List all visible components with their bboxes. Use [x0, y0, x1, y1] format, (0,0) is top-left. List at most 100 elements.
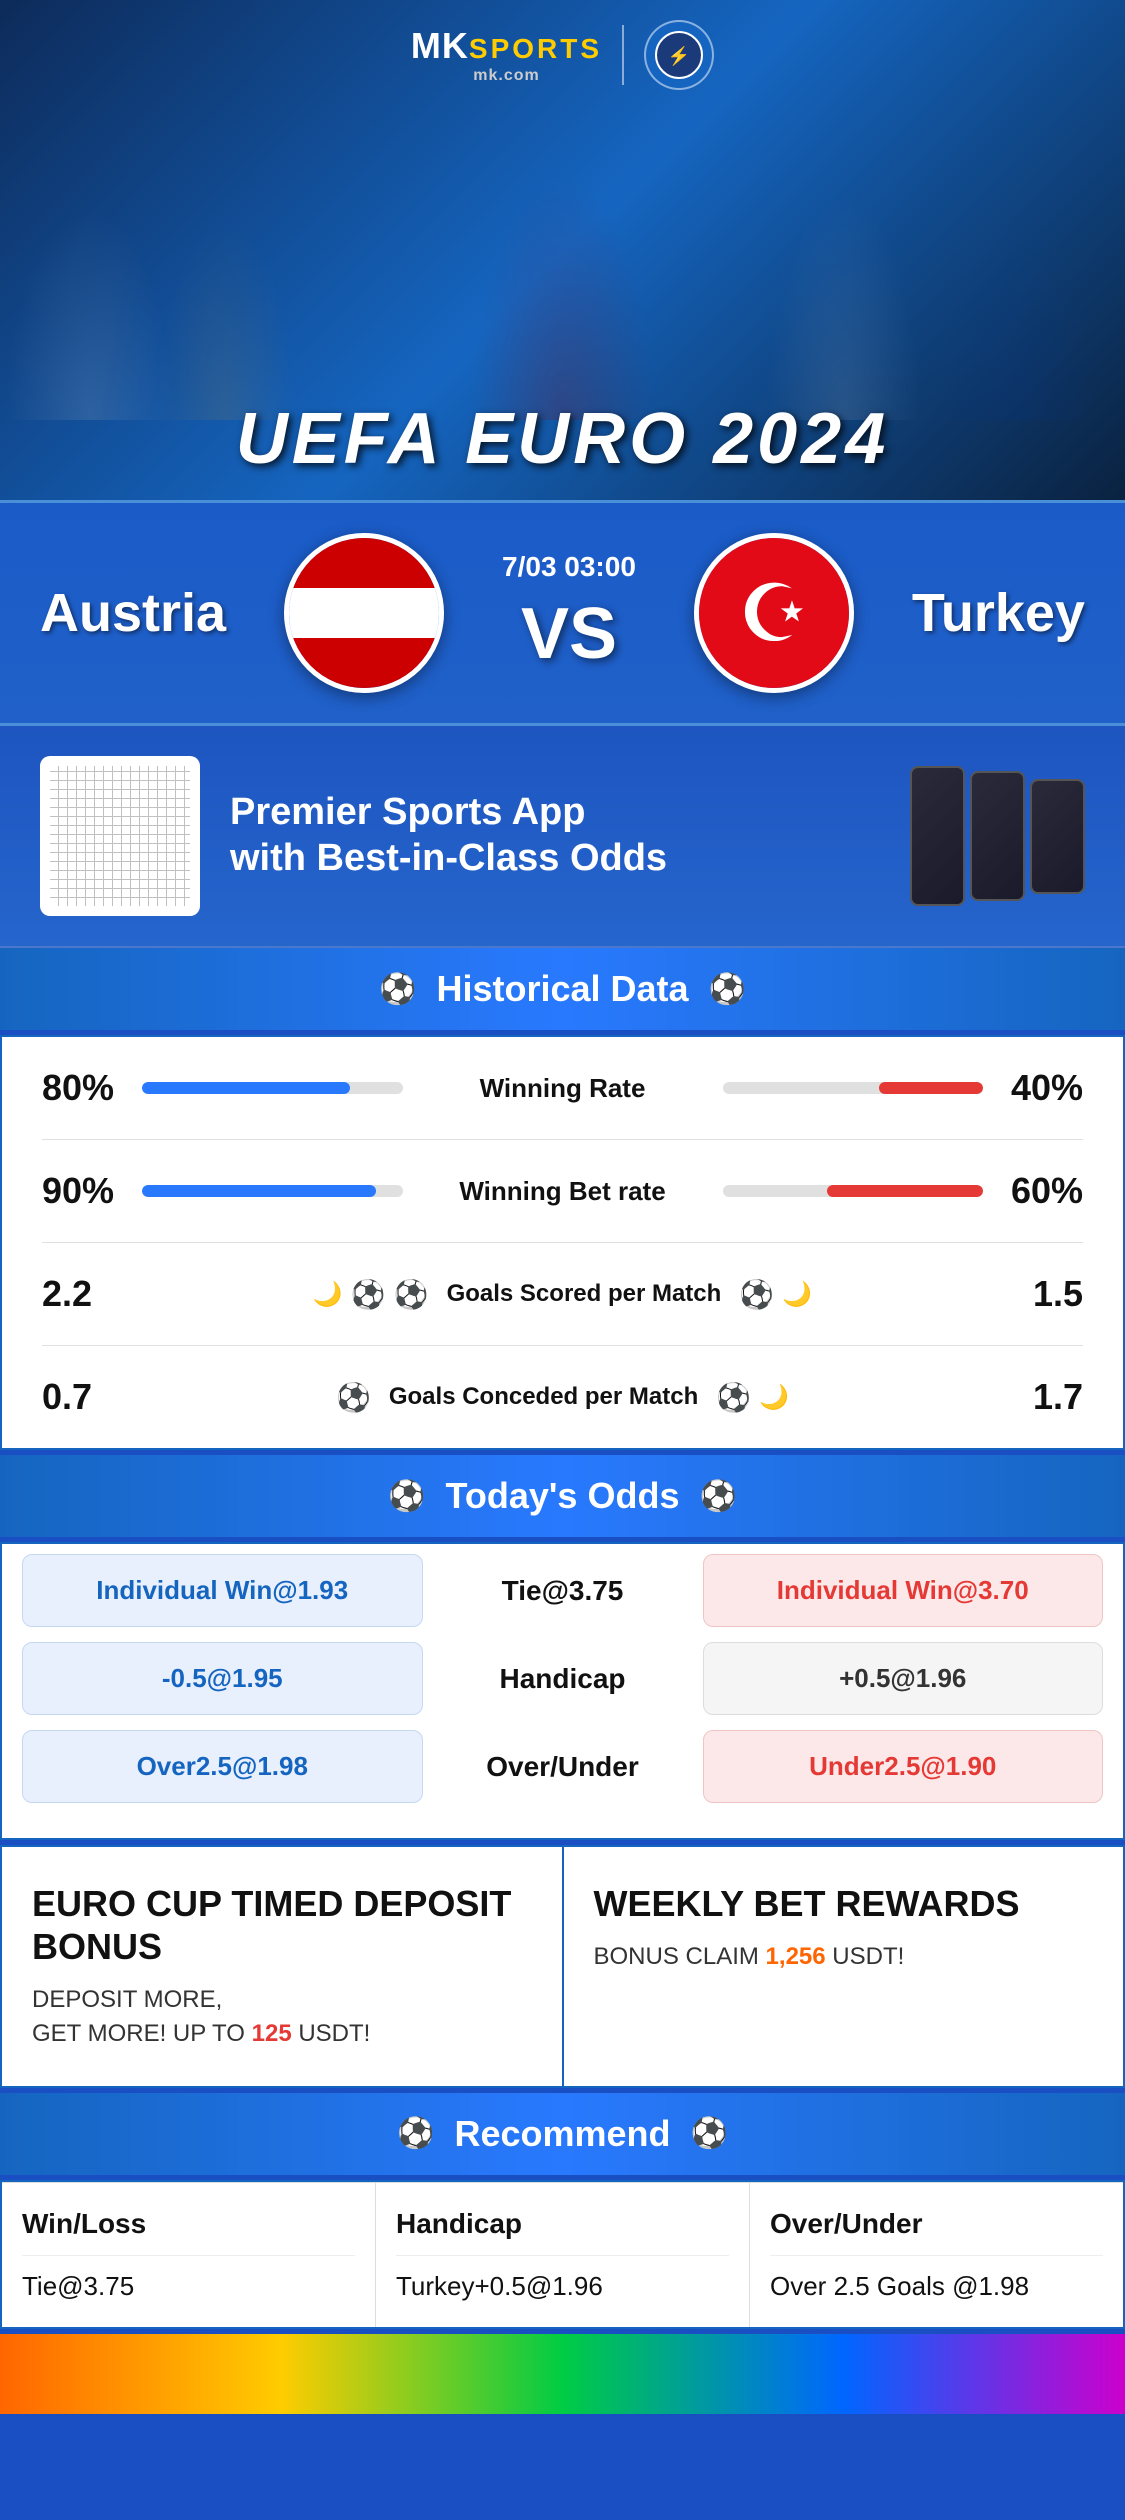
ball-icon-3: ⚽: [739, 1278, 774, 1311]
odds-handicap-left[interactable]: -0.5@1.95: [22, 1642, 423, 1715]
team-right-name: Turkey: [912, 582, 1085, 644]
half-ball-icon-right: 🌙: [782, 1280, 812, 1309]
odds-title: Today's Odds: [446, 1475, 680, 1517]
bonus-weekly-desc: BONUS CLAIM 1,256 USDT!: [594, 1940, 1094, 1974]
odds-section: Individual Win@1.93 Tie@3.75 Individual …: [0, 1542, 1125, 1840]
bonus-weekly-title: WEEKLY BET REWARDS: [594, 1882, 1094, 1925]
bonus-weekly-desc-text: BONUS CLAIM: [594, 1943, 759, 1970]
austria-flag: [284, 533, 444, 693]
sports-text: SPORTS: [469, 33, 602, 64]
ball-icon-1: ⚽: [351, 1278, 386, 1311]
bonus-section: EURO CUP TIMED DEPOSIT BONUS DEPOSIT MOR…: [0, 1845, 1125, 2088]
app-headline: Premier Sports App with Best-in-Class Od…: [230, 790, 855, 881]
stat-bar-left-winning-rate: [142, 1082, 403, 1094]
stat-bar-fill-red-winning-rate: [879, 1082, 983, 1094]
recommend-handicap-header: Handicap: [396, 2208, 729, 2256]
historical-section: 80% Winning Rate 40% 90% Winning Bet rat…: [0, 1035, 1125, 1450]
odds-individual-win-left[interactable]: Individual Win@1.93: [22, 1554, 423, 1627]
stat-bar-fill-blue-winning-rate: [142, 1082, 350, 1094]
bottom-banner: [0, 2334, 1125, 2414]
domain-text: mk.com: [411, 67, 602, 85]
crescent-icon: ☪: [738, 567, 810, 660]
recommend-winloss-value: Tie@3.75: [22, 2271, 355, 2302]
bonus-deposit-line2: GET MORE! UP TO: [32, 2020, 245, 2047]
logo-divider: [622, 25, 624, 85]
app-headline-line2: with Best-in-Class Odds: [230, 837, 667, 879]
stat-bar-left-winning-bet-rate: [142, 1185, 403, 1197]
app-screens: [885, 756, 1085, 916]
austria-flag-graphic: [289, 538, 439, 688]
recommend-col-handicap: Handicap Turkey+0.5@1.96: [376, 2183, 750, 2327]
odds-over-left[interactable]: Over2.5@1.98: [22, 1730, 423, 1803]
recommend-header: ⚽ Recommend ⚽: [0, 2093, 1125, 2175]
vs-text: VS: [521, 593, 617, 675]
match-section: Austria 7/03 03:00 VS ☪ Turkey: [0, 500, 1125, 726]
half-ball-icon: 🌙: [313, 1280, 343, 1309]
recommend-ball-right: ⚽: [691, 2116, 728, 2151]
stat-label-winning-bet-rate: Winning Bet rate: [423, 1176, 703, 1207]
stat-icons-goals-scored: 🌙 ⚽ ⚽ Goals Scored per Match ⚽ 🌙: [142, 1278, 983, 1311]
odds-overunder-label: Over/Under: [438, 1751, 688, 1783]
historical-header: ⚽ Historical Data ⚽: [0, 948, 1125, 1030]
bonus-weekly-box: WEEKLY BET REWARDS BONUS CLAIM 1,256 USD…: [564, 1847, 1124, 2086]
odds-handicap-right[interactable]: +0.5@1.96: [703, 1642, 1104, 1715]
bonus-weekly-suffix: USDT!: [832, 1943, 904, 1970]
odds-row-3: Over2.5@1.98 Over/Under Under2.5@1.90: [22, 1730, 1103, 1803]
team-left-name: Austria: [40, 582, 226, 644]
stat-row-goals-conceded: 0.7 ⚽ Goals Conceded per Match ⚽ 🌙 1.7: [42, 1346, 1083, 1448]
bonus-deposit-box: EURO CUP TIMED DEPOSIT BONUS DEPOSIT MOR…: [2, 1847, 564, 2086]
goals-conceded-label: Goals Conceded per Match: [389, 1383, 698, 1411]
stat-right-goals-conceded: 1.7: [1003, 1376, 1083, 1418]
stat-icons-goals-conceded: ⚽ Goals Conceded per Match ⚽ 🌙: [142, 1381, 983, 1414]
recommend-title: Recommend: [454, 2113, 670, 2155]
bonus-weekly-highlight: 1,256: [766, 1943, 826, 1970]
app-promo-section: Premier Sports App with Best-in-Class Od…: [0, 726, 1125, 948]
ball-icon-c1: ⚽: [336, 1381, 371, 1414]
vs-block: 7/03 03:00 VS: [502, 551, 636, 675]
recommend-table: Win/Loss Tie@3.75 Handicap Turkey+0.5@1.…: [2, 2182, 1123, 2327]
ball-icon-c2: ⚽: [716, 1381, 751, 1414]
recommend-section: Win/Loss Tie@3.75 Handicap Turkey+0.5@1.…: [0, 2180, 1125, 2329]
turkey-flag: ☪: [694, 533, 854, 693]
odds-ball-right: ⚽: [699, 1479, 736, 1514]
recommend-col-overunder: Over/Under Over 2.5 Goals @1.98: [750, 2183, 1123, 2327]
mk-text: MK: [411, 25, 469, 66]
recommend-ball-left: ⚽: [397, 2116, 434, 2151]
recommend-overunder-header: Over/Under: [770, 2208, 1103, 2256]
goals-scored-label: Goals Scored per Match: [447, 1280, 722, 1308]
turkey-flag-graphic: ☪: [699, 538, 849, 688]
club-logo: ⚡: [644, 20, 714, 90]
stat-right-goals-scored: 1.5: [1003, 1273, 1083, 1315]
stat-bar-right-winning-rate: [723, 1082, 984, 1094]
historical-title: Historical Data: [436, 968, 688, 1010]
ball-icon-left: ⚽: [379, 972, 416, 1007]
stat-bar-right-winning-bet-rate: [723, 1185, 984, 1197]
odds-under-right[interactable]: Under2.5@1.90: [703, 1730, 1104, 1803]
recommend-handicap-value: Turkey+0.5@1.96: [396, 2271, 729, 2302]
app-headline-line1: Premier Sports App: [230, 791, 585, 833]
ball-icon-2: ⚽: [394, 1278, 429, 1311]
bonus-deposit-line1: DEPOSIT MORE,: [32, 1986, 222, 2013]
bonus-deposit-suffix: USDT!: [298, 2020, 370, 2047]
app-text: Premier Sports App with Best-in-Class Od…: [230, 790, 855, 881]
app-qr-code: [40, 756, 200, 916]
stat-row-winning-rate: 80% Winning Rate 40%: [42, 1037, 1083, 1140]
recommend-winloss-header: Win/Loss: [22, 2208, 355, 2256]
bonus-deposit-title: EURO CUP TIMED DEPOSIT BONUS: [32, 1882, 532, 1968]
half-ball-c: 🌙: [759, 1383, 789, 1412]
odds-handicap-label: Handicap: [438, 1663, 688, 1695]
phone-mockup-3: [1030, 779, 1085, 894]
odds-individual-win-right[interactable]: Individual Win@3.70: [703, 1554, 1104, 1627]
stat-row-winning-bet-rate: 90% Winning Bet rate 60%: [42, 1140, 1083, 1243]
mksports-logo: MKSPORTS mk.com: [411, 25, 602, 85]
stat-right-winning-rate: 40%: [1003, 1067, 1083, 1109]
logo-bar: MKSPORTS mk.com ⚡: [0, 20, 1125, 90]
stat-row-goals-scored: 2.2 🌙 ⚽ ⚽ Goals Scored per Match ⚽ 🌙 1.5: [42, 1243, 1083, 1346]
hero-section: MKSPORTS mk.com ⚡ UEFA EURO 2024: [0, 0, 1125, 500]
phone-mockup-1: [910, 766, 965, 906]
odds-row-2: -0.5@1.95 Handicap +0.5@1.96: [22, 1642, 1103, 1715]
stat-left-goals-scored: 2.2: [42, 1273, 122, 1315]
svg-text:⚡: ⚡: [668, 45, 690, 67]
stat-bar-fill-blue-winning-bet-rate: [142, 1185, 376, 1197]
stat-left-goals-conceded: 0.7: [42, 1376, 122, 1418]
